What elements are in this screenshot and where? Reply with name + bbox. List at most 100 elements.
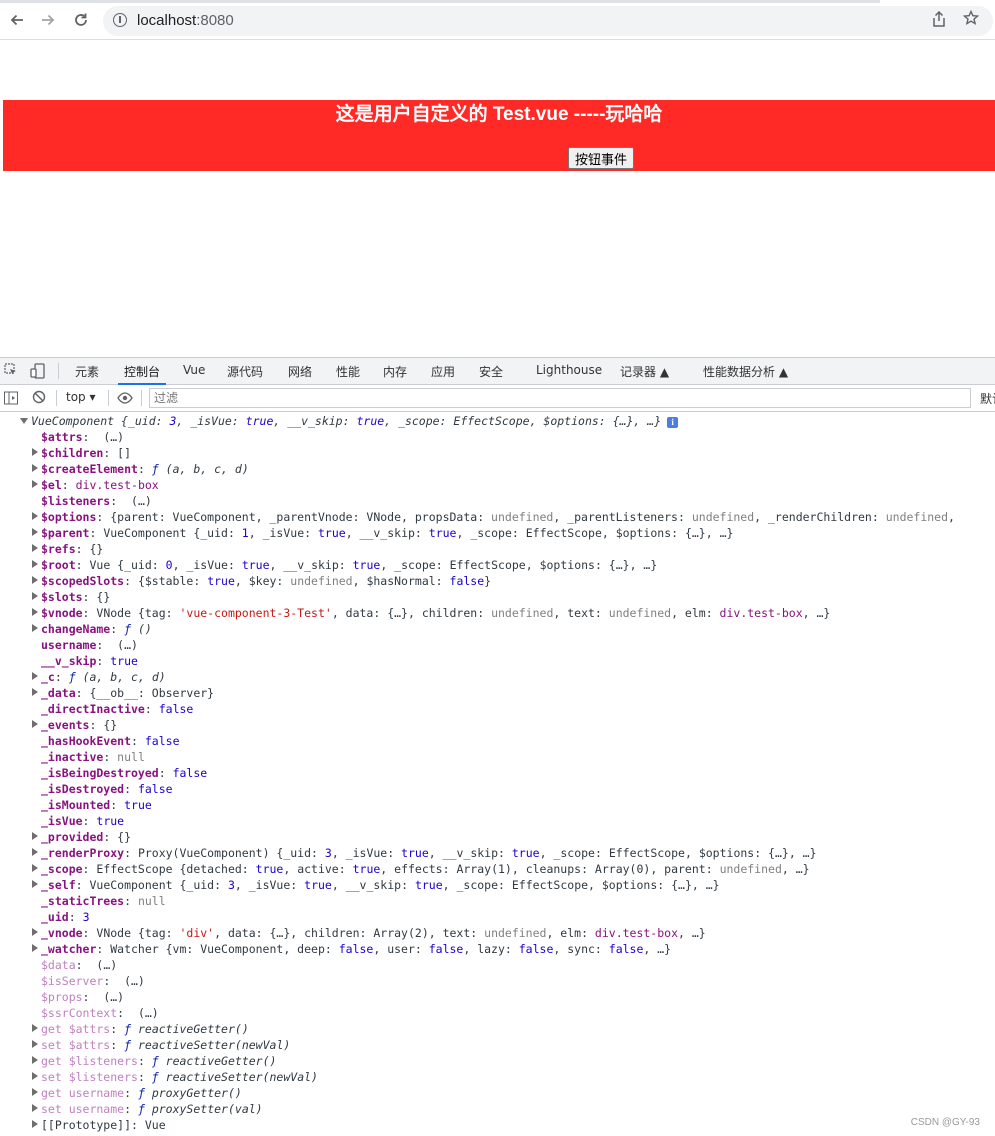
console-line[interactable]: $scopedSlots: {$stable: true, $key: unde…	[32, 573, 491, 589]
collapsed-arrow-icon[interactable]	[32, 848, 38, 856]
console-line[interactable]: $el: div.test-box	[32, 477, 159, 493]
collapsed-arrow-icon[interactable]	[32, 864, 38, 872]
console-line: _inactive: null	[32, 749, 145, 765]
collapsed-arrow-icon[interactable]	[32, 1120, 38, 1128]
devtools-tab[interactable]: 记录器 ▲	[620, 363, 669, 380]
console-line[interactable]: $children: []	[32, 445, 131, 461]
console-line[interactable]: VueComponent {_uid: 3, _isVue: true, __v…	[20, 413, 679, 429]
devtools-tab[interactable]: 内存	[383, 363, 407, 380]
console-line-text: $ssrContext: (…)	[41, 1006, 159, 1020]
collapsed-arrow-icon[interactable]	[32, 720, 38, 728]
devtools-tab[interactable]: 网络	[288, 363, 312, 380]
collapsed-arrow-icon[interactable]	[32, 512, 38, 520]
collapsed-arrow-icon[interactable]	[32, 608, 38, 616]
console-line[interactable]: set username: ƒ proxySetter(val)	[32, 1101, 263, 1117]
console-line[interactable]: set $attrs: ƒ reactiveSetter(newVal)	[32, 1037, 290, 1053]
console-line[interactable]: $slots: {}	[32, 589, 110, 605]
console-line-text: _hasHookEvent: false	[41, 734, 180, 748]
console-line[interactable]: $options: {parent: VueComponent, _parent…	[32, 509, 955, 525]
reload-button[interactable]	[70, 9, 92, 31]
collapsed-arrow-icon[interactable]	[32, 832, 38, 840]
collapsed-arrow-icon[interactable]	[32, 880, 38, 888]
console-line[interactable]: $parent: VueComponent {_uid: 1, _isVue: …	[32, 525, 733, 541]
console-line[interactable]: get username: ƒ proxyGetter()	[32, 1085, 242, 1101]
collapsed-arrow-icon[interactable]	[32, 1104, 38, 1112]
collapsed-arrow-icon[interactable]	[32, 624, 38, 632]
log-levels-dropdown[interactable]: 默认	[980, 390, 995, 407]
console-line[interactable]: _watcher: Watcher {vm: VueComponent, dee…	[32, 941, 671, 957]
address-bar[interactable]: localhost:8080	[103, 6, 993, 36]
collapsed-arrow-icon[interactable]	[32, 464, 38, 472]
console-line[interactable]: $vnode: VNode {tag: 'vue-component-3-Tes…	[32, 605, 830, 621]
share-icon[interactable]	[932, 10, 946, 32]
console-line[interactable]: set $listeners: ƒ reactiveSetter(newVal)	[32, 1069, 318, 1085]
devtools-tab[interactable]: 控制台	[117, 363, 167, 385]
console-line: _hasHookEvent: false	[32, 733, 180, 749]
console-line: _directInactive: false	[32, 701, 193, 717]
console-line-text: $el: div.test-box	[41, 478, 159, 492]
collapsed-arrow-icon[interactable]	[32, 528, 38, 536]
collapsed-arrow-icon[interactable]	[32, 944, 38, 952]
console-line[interactable]: _renderProxy: Proxy(VueComponent) {_uid:…	[32, 845, 817, 861]
console-line[interactable]: get $attrs: ƒ reactiveGetter()	[32, 1021, 249, 1037]
devtools-tab[interactable]: 安全	[479, 363, 503, 380]
devtools-tab[interactable]: 性能数据分析 ▲	[703, 363, 788, 380]
console-line[interactable]: _events: {}	[32, 717, 117, 733]
collapsed-arrow-icon[interactable]	[32, 1024, 38, 1032]
clear-console-icon[interactable]	[32, 390, 46, 407]
collapsed-arrow-icon[interactable]	[32, 1088, 38, 1096]
collapsed-arrow-icon[interactable]	[32, 544, 38, 552]
sidebar-toggle-icon[interactable]	[4, 391, 18, 408]
eye-icon[interactable]	[117, 392, 133, 407]
console-line-text: _vnode: VNode {tag: 'div', data: {…}, ch…	[41, 926, 706, 940]
collapsed-arrow-icon[interactable]	[32, 672, 38, 680]
console-line[interactable]: changeName: ƒ ()	[32, 621, 152, 637]
collapsed-arrow-icon[interactable]	[32, 1040, 38, 1048]
expanded-arrow-icon[interactable]	[20, 418, 28, 424]
console-filter[interactable]	[149, 388, 978, 408]
device-toolbar-icon[interactable]	[30, 363, 45, 379]
back-button[interactable]	[6, 9, 28, 31]
console-line: _isMounted: true	[32, 797, 152, 813]
console-line[interactable]: [[Prototype]]: Vue	[32, 1117, 166, 1133]
star-icon[interactable]	[962, 9, 980, 31]
console-line[interactable]: _vnode: VNode {tag: 'div', data: {…}, ch…	[32, 925, 706, 941]
collapsed-arrow-icon[interactable]	[32, 928, 38, 936]
console-line[interactable]: _self: VueComponent {_uid: 3, _isVue: tr…	[32, 877, 720, 893]
filter-input[interactable]	[150, 389, 978, 407]
context-selector[interactable]: top ▾	[66, 390, 96, 404]
console-line[interactable]: $refs: {}	[32, 541, 103, 557]
collapsed-arrow-icon[interactable]	[32, 560, 38, 568]
collapsed-arrow-icon[interactable]	[32, 1072, 38, 1080]
console-line-text: VueComponent {_uid: 3, _isVue: true, __v…	[31, 414, 662, 428]
console-line-text: username: (…)	[41, 638, 138, 652]
collapsed-arrow-icon[interactable]	[32, 688, 38, 696]
collapsed-arrow-icon[interactable]	[32, 592, 38, 600]
console-line[interactable]: get $listeners: ƒ reactiveGetter()	[32, 1053, 276, 1069]
event-button[interactable]: 按钮事件	[568, 147, 635, 169]
forward-button[interactable]	[37, 9, 59, 31]
devtools-tab[interactable]: 性能	[336, 363, 360, 380]
console-line-text: [[Prototype]]: Vue	[41, 1118, 166, 1132]
console-line-text: _isBeingDestroyed: false	[41, 766, 208, 780]
collapsed-arrow-icon[interactable]	[32, 576, 38, 584]
inspect-element-icon[interactable]	[4, 363, 18, 377]
console-line[interactable]: _c: ƒ (a, b, c, d)	[32, 669, 166, 685]
devtools-tab[interactable]: 元素	[75, 363, 99, 380]
console-line[interactable]: _provided: {}	[32, 829, 131, 845]
info-icon[interactable]: i	[667, 417, 679, 428]
devtools-tab[interactable]: 源代码	[227, 363, 263, 380]
console-line[interactable]: _data: {__ob__: Observer}	[32, 685, 214, 701]
collapsed-arrow-icon[interactable]	[32, 480, 38, 488]
collapsed-arrow-icon[interactable]	[32, 1056, 38, 1064]
devtools-tab[interactable]: Lighthouse	[536, 363, 602, 377]
console-line[interactable]: $createElement: ƒ (a, b, c, d)	[32, 461, 249, 477]
devtools-tab[interactable]: Vue	[183, 363, 205, 377]
site-info-icon[interactable]	[113, 13, 127, 27]
console-line: username: (…)	[32, 637, 138, 653]
console-line[interactable]: $root: Vue {_uid: 0, _isVue: true, __v_s…	[32, 557, 657, 573]
console-line-text: $refs: {}	[41, 542, 104, 556]
devtools-tab[interactable]: 应用	[431, 363, 455, 380]
collapsed-arrow-icon[interactable]	[32, 448, 38, 456]
console-line[interactable]: _scope: EffectScope {detached: true, act…	[32, 861, 810, 877]
